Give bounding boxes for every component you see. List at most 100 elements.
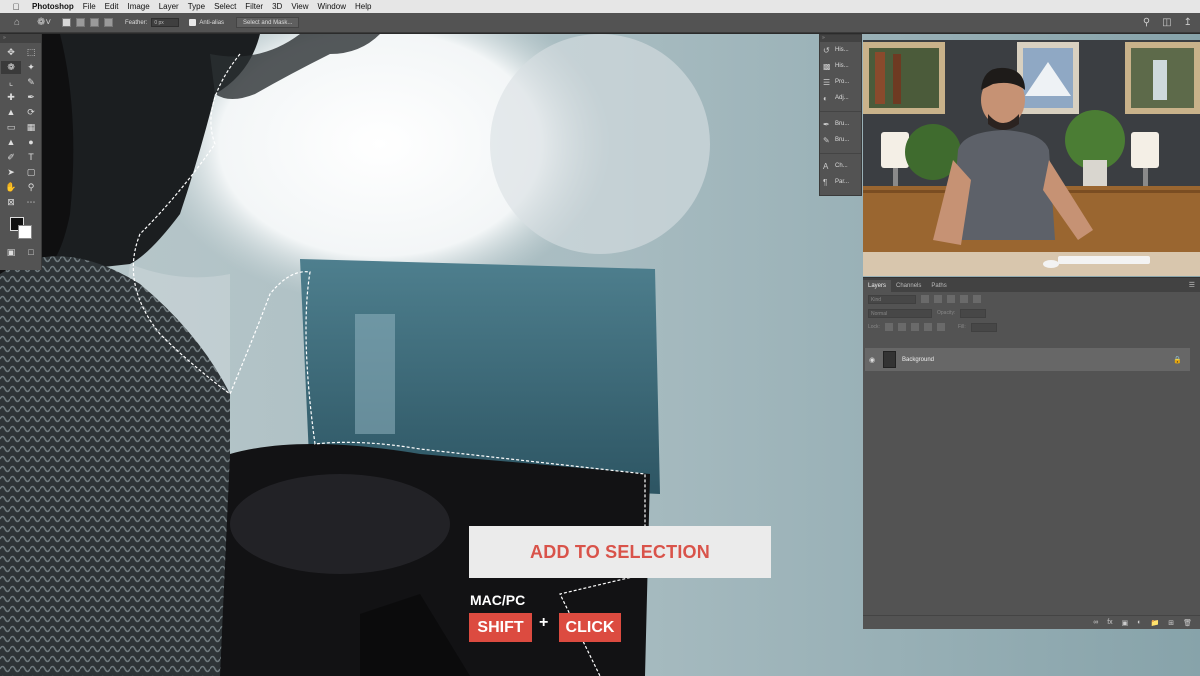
blend-mode-select[interactable]: Normal: [868, 308, 932, 318]
eyedropper-tool-icon[interactable]: ✎: [21, 76, 41, 89]
hand-tool-icon[interactable]: ✋: [1, 181, 21, 194]
share-icon[interactable]: ↥: [1184, 17, 1192, 28]
menu-app-name[interactable]: Photoshop: [32, 2, 74, 11]
workspace-icon[interactable]: ◫: [1162, 17, 1171, 28]
tools-panel-header[interactable]: »: [0, 34, 41, 43]
lock-transparency-icon[interactable]: [884, 323, 893, 331]
crop-tool-icon[interactable]: ⌞: [1, 76, 21, 89]
apple-icon[interactable]: : [10, 2, 22, 12]
subtract-selection-mode-button[interactable]: [90, 18, 99, 27]
quick-select-tool-icon[interactable]: ✦: [21, 61, 41, 74]
menu-edit[interactable]: Edit: [105, 2, 119, 11]
lasso-tool-preset-icon[interactable]: ❁˅: [37, 17, 57, 28]
menu-3d[interactable]: 3D: [272, 2, 282, 11]
filter-type-icon[interactable]: [947, 295, 955, 303]
dodge-tool-icon[interactable]: ●: [21, 136, 41, 149]
feather-input[interactable]: 0 px: [151, 18, 180, 27]
dock-histogram[interactable]: ▩ His...: [820, 58, 861, 74]
menu-file[interactable]: File: [83, 2, 96, 11]
dock-paragraph[interactable]: ¶ Par...: [820, 174, 861, 190]
background-color-swatch[interactable]: [18, 225, 32, 239]
lock-artboard-icon[interactable]: [923, 323, 932, 331]
visibility-eye-icon[interactable]: ◉: [865, 356, 879, 364]
zoom-tool-icon[interactable]: ⚲: [21, 181, 41, 194]
home-icon[interactable]: ⌂: [9, 17, 25, 28]
dock-adjustments[interactable]: ◐ Adj...: [820, 90, 861, 106]
brush-icon: ✒: [823, 119, 830, 129]
fill-input[interactable]: [970, 322, 997, 332]
feather-label: Feather:: [125, 19, 148, 26]
antialias-checkbox[interactable]: [189, 19, 197, 26]
filter-adjustment-icon[interactable]: [934, 295, 942, 303]
overlay-platform-label: MAC/PC: [470, 592, 526, 608]
dock-properties[interactable]: ☰ Pro...: [820, 74, 861, 90]
dock-header[interactable]: »: [820, 35, 861, 42]
add-mask-icon[interactable]: ▣: [1122, 619, 1129, 627]
eraser-tool-icon[interactable]: ▭: [1, 121, 21, 134]
menu-view[interactable]: View: [291, 2, 308, 11]
more-tools-icon[interactable]: ⋯: [21, 196, 41, 209]
move-tool-icon[interactable]: ✥: [1, 46, 21, 59]
filter-shape-icon[interactable]: [960, 295, 968, 303]
history-brush-tool-icon[interactable]: ⟳: [21, 106, 41, 119]
menu-layer[interactable]: Layer: [159, 2, 179, 11]
brush-settings-icon: ✎: [823, 135, 830, 145]
frame-tool-icon[interactable]: ⊠: [1, 196, 21, 209]
layer-style-icon[interactable]: fx: [1107, 619, 1112, 626]
lock-all-icon[interactable]: [936, 323, 945, 331]
new-group-icon[interactable]: 📁: [1151, 619, 1160, 627]
search-icon[interactable]: ⚲: [1143, 17, 1150, 28]
add-selection-mode-button[interactable]: [76, 18, 85, 27]
pen-tool-icon[interactable]: ✐: [1, 151, 21, 164]
menu-filter[interactable]: Filter: [245, 2, 263, 11]
lock-pixels-icon[interactable]: [897, 323, 906, 331]
screen-mode-icon[interactable]: □: [21, 246, 41, 259]
menu-help[interactable]: Help: [355, 2, 371, 11]
link-layers-icon[interactable]: ∞: [1093, 619, 1098, 626]
menu-image[interactable]: Image: [127, 2, 149, 11]
clone-stamp-tool-icon[interactable]: ▲: [1, 106, 21, 119]
shape-tool-icon[interactable]: ▢: [21, 166, 41, 179]
gradient-tool-icon[interactable]: ▦: [21, 121, 41, 134]
quick-mask-icon[interactable]: ▣: [1, 246, 21, 259]
new-selection-mode-button[interactable]: [62, 18, 71, 27]
menu-window[interactable]: Window: [318, 2, 346, 11]
layers-panel: Layers Channels Paths ☰ Kind Normal Opac…: [863, 277, 1200, 629]
dock-history[interactable]: ↺ His...: [820, 42, 861, 58]
collapsed-panels-dock: » ↺ His... ▩ His... ☰ Pro... ◐ Adj... ✒ Bru..…: [819, 34, 862, 196]
opacity-input[interactable]: [960, 308, 987, 318]
menu-select[interactable]: Select: [214, 2, 236, 11]
shortcut-key-shift: SHIFT: [469, 613, 532, 642]
adjustment-layer-icon[interactable]: ◐: [1137, 619, 1141, 626]
filter-smart-object-icon[interactable]: [973, 295, 981, 303]
tab-layers[interactable]: Layers: [863, 280, 892, 292]
layers-panel-footer: ∞ fx ▣ ◐ 📁 ⊞ 🗑: [863, 615, 1200, 629]
path-select-tool-icon[interactable]: ➤: [1, 166, 21, 179]
healing-brush-tool-icon[interactable]: ✚: [1, 91, 21, 104]
layer-kind-filter[interactable]: Kind: [868, 294, 916, 304]
brush-tool-icon[interactable]: ✒: [21, 91, 41, 104]
tools-panel: » ✥ ⬚ ❁ ✦ ⌞ ✎ ✚ ✒ ▲ ⟳ ▭ ▦ ▲ ● ✐ T ➤ ▢ ✋ …: [0, 34, 42, 270]
layer-filter-row: Kind: [863, 292, 1200, 306]
layer-row-background[interactable]: ◉ Background 🔒: [865, 348, 1190, 371]
type-tool-icon[interactable]: T: [21, 151, 41, 164]
blur-tool-icon[interactable]: ▲: [1, 136, 21, 149]
adjustments-icon: ◐: [823, 93, 828, 103]
tab-channels[interactable]: Channels: [891, 280, 926, 292]
marquee-tool-icon[interactable]: ⬚: [21, 46, 41, 59]
select-and-mask-button[interactable]: Select and Mask...: [236, 17, 300, 28]
dock-character[interactable]: A Ch...: [820, 158, 861, 174]
character-icon: A: [823, 161, 829, 171]
delete-layer-icon[interactable]: 🗑: [1183, 619, 1192, 627]
dock-brush-settings[interactable]: ✎ Bru...: [820, 132, 861, 148]
tab-paths[interactable]: Paths: [926, 280, 951, 292]
lasso-tool-icon[interactable]: ❁: [1, 61, 21, 74]
intersect-selection-mode-button[interactable]: [104, 18, 113, 27]
filter-pixel-icon[interactable]: [921, 295, 929, 303]
mac-menu-bar:  Photoshop File Edit Image Layer Type S…: [0, 0, 1200, 13]
new-layer-icon[interactable]: ⊞: [1168, 619, 1174, 627]
dock-brushes[interactable]: ✒ Bru...: [820, 116, 861, 132]
lock-position-icon[interactable]: [910, 323, 919, 331]
menu-type[interactable]: Type: [188, 2, 205, 11]
panel-menu-icon[interactable]: ☰: [1189, 280, 1195, 292]
